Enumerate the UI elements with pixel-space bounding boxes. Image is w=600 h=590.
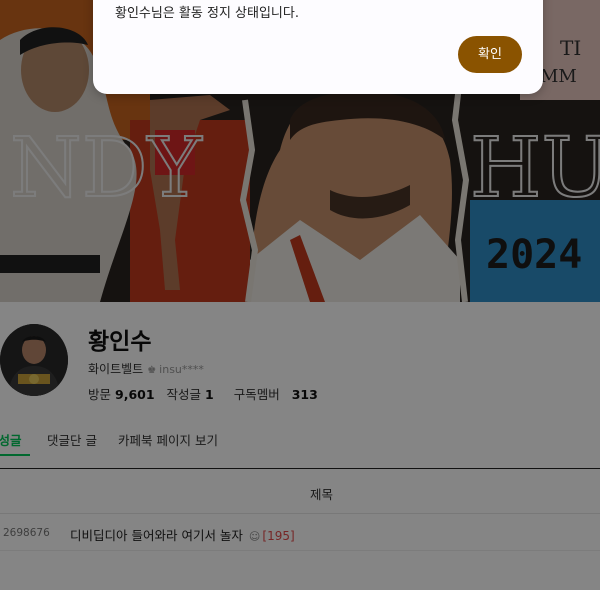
- confirm-button[interactable]: 확인: [458, 36, 522, 73]
- alert-message: 황인수님은 활동 정지 상태입니다.: [115, 6, 299, 21]
- alert-dialog: 황인수님은 활동 정지 상태입니다. 확인: [93, 0, 543, 94]
